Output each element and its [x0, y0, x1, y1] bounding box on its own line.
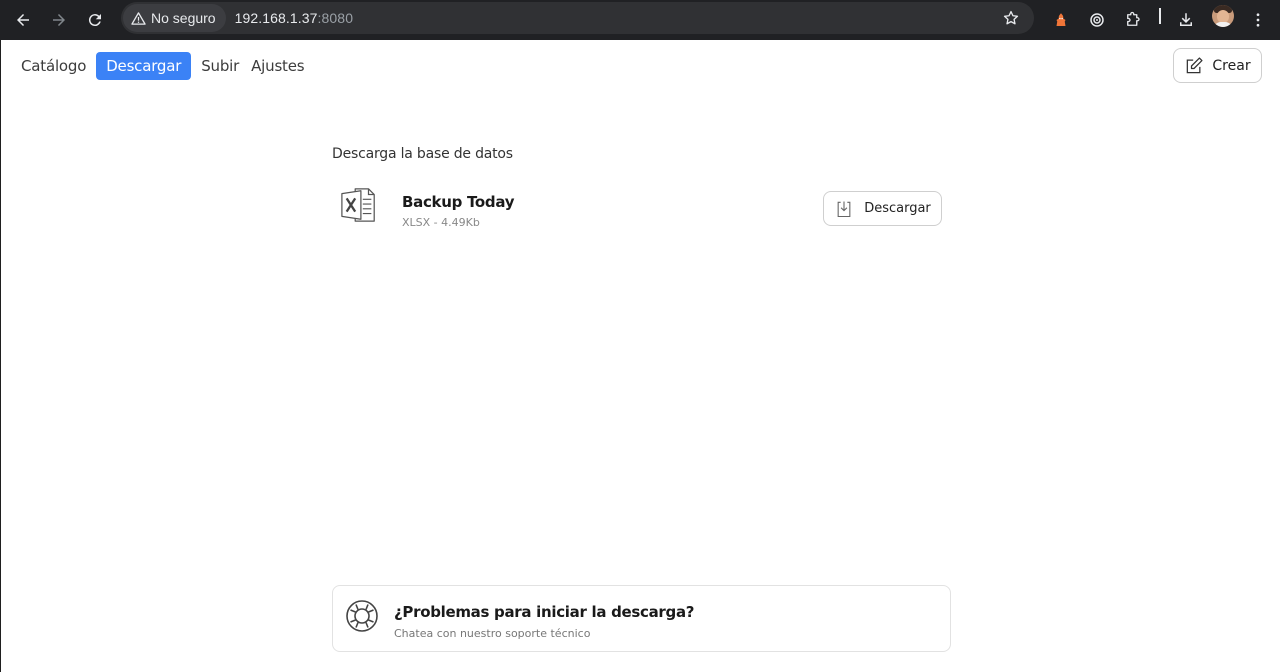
- extensions-button[interactable]: [1119, 6, 1147, 34]
- reload-button[interactable]: [81, 6, 109, 34]
- url-text[interactable]: 192.168.1.37:8080: [235, 10, 354, 26]
- browser-menu-button[interactable]: [1244, 6, 1272, 34]
- app-page: Catálogo Descargar Subir Ajustes Crear D…: [0, 40, 1280, 672]
- extension-fox-icon: [1056, 13, 1066, 26]
- tab-descargar[interactable]: Descargar: [96, 52, 192, 80]
- security-label: No seguro: [151, 10, 216, 26]
- lifebuoy-icon: [346, 600, 378, 632]
- support-title: ¿Problemas para iniciar la descarga?: [394, 603, 695, 621]
- url-host: 192.168.1.37: [234, 10, 318, 26]
- url-port: :8080: [317, 10, 354, 26]
- tab-ajustes[interactable]: Ajustes: [245, 52, 310, 80]
- extension-fox-button[interactable]: [1047, 6, 1075, 34]
- tab-catalogo[interactable]: Catálogo: [15, 52, 92, 80]
- file-meta: XLSX - 4.49Kb: [402, 216, 480, 229]
- file-item: Backup Today XLSX - 4.49Kb Descargar: [332, 182, 942, 238]
- excel-file-icon: [341, 188, 375, 222]
- tab-subir[interactable]: Subir: [195, 52, 245, 80]
- extension-target-icon: [1090, 13, 1104, 27]
- download-button-label: Descargar: [864, 201, 931, 216]
- extension-target-button[interactable]: [1083, 6, 1111, 34]
- file-name: Backup Today: [402, 193, 515, 211]
- forward-icon: [53, 14, 65, 26]
- forward-button[interactable]: [45, 6, 73, 34]
- download-file-icon: [837, 201, 851, 217]
- support-card[interactable]: ¿Problemas para iniciar la descarga? Cha…: [332, 585, 951, 652]
- downloads-button[interactable]: [1172, 6, 1200, 34]
- section-title: Descarga la base de datos: [332, 146, 513, 162]
- nav-tabs: Catálogo Descargar Subir Ajustes: [15, 52, 310, 80]
- support-subtitle: Chatea con nuestro soporte técnico: [394, 627, 591, 640]
- toolbar-divider: [1159, 8, 1161, 24]
- back-button[interactable]: [9, 6, 37, 34]
- warning-icon: [131, 11, 146, 25]
- edit-icon: [1187, 56, 1203, 73]
- reload-icon: [88, 14, 101, 27]
- menu-icon: [1256, 13, 1260, 27]
- download-icon: [1180, 13, 1192, 26]
- create-button[interactable]: Crear: [1173, 48, 1262, 83]
- security-chip[interactable]: No seguro: [123, 4, 226, 32]
- create-button-label: Crear: [1212, 57, 1251, 74]
- back-icon: [17, 14, 29, 26]
- download-button[interactable]: Descargar: [823, 191, 942, 226]
- star-icon[interactable]: [1002, 9, 1020, 27]
- address-bar[interactable]: No seguro 192.168.1.37:8080: [121, 2, 1034, 34]
- browser-toolbar: No seguro 192.168.1.37:8080: [0, 0, 1280, 40]
- avatar[interactable]: [1212, 5, 1234, 27]
- extensions-puzzle-icon: [1127, 11, 1140, 26]
